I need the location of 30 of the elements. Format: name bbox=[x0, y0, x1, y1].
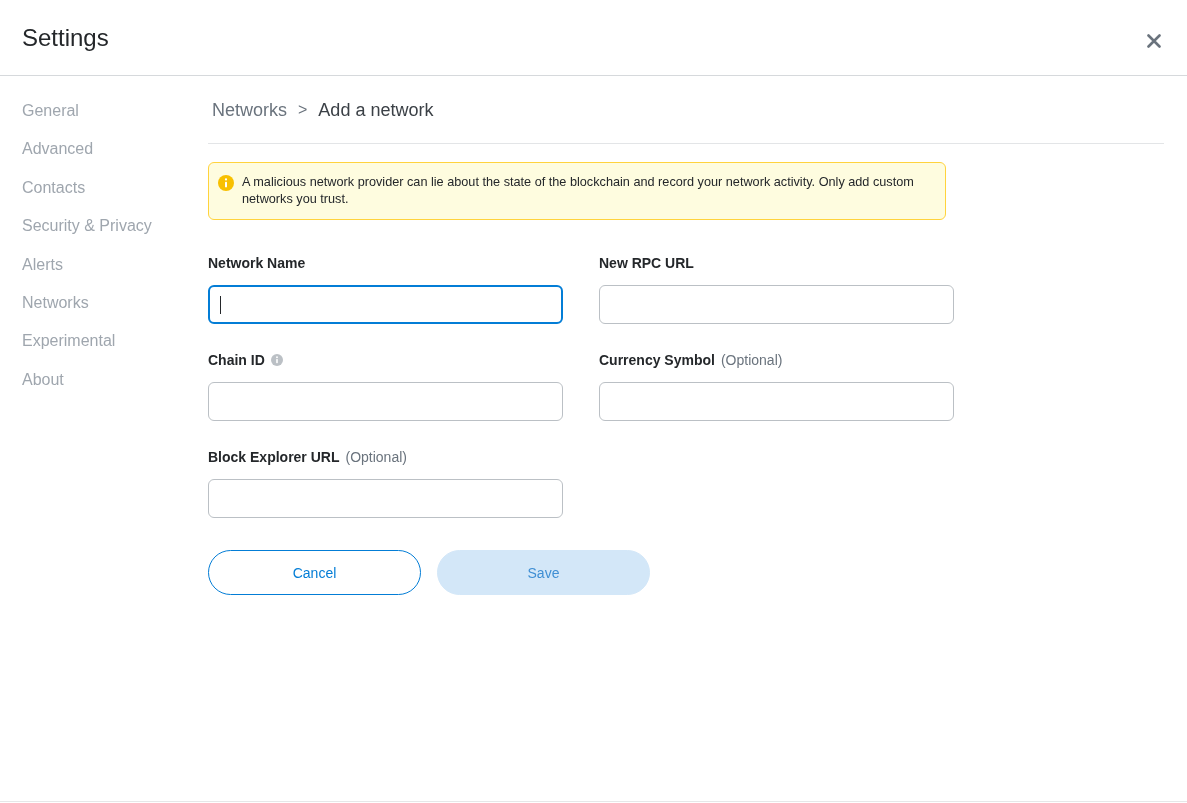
sidebar-item[interactable]: Alerts bbox=[22, 245, 63, 284]
breadcrumb-separator: > bbox=[298, 100, 308, 120]
field-label: Currency Symbol bbox=[599, 352, 715, 368]
input-field[interactable] bbox=[208, 479, 563, 518]
sidebar-item[interactable]: Contacts bbox=[22, 168, 86, 208]
input-field[interactable] bbox=[208, 382, 563, 421]
field-label: Block Explorer URL bbox=[208, 449, 340, 465]
input-field[interactable] bbox=[599, 285, 954, 324]
info-icon[interactable] bbox=[270, 354, 283, 366]
input-field[interactable] bbox=[208, 285, 563, 324]
sidebar-item[interactable]: Advanced bbox=[22, 130, 94, 169]
field-label: Chain ID bbox=[208, 352, 265, 368]
breadcrumb-current: Add a network bbox=[318, 99, 434, 122]
close-icon[interactable] bbox=[1147, 33, 1161, 48]
cancel-button[interactable]: Cancel bbox=[208, 550, 421, 595]
field-label: New RPC URL bbox=[599, 255, 694, 271]
field-label: Network Name bbox=[208, 255, 306, 271]
info-icon bbox=[218, 175, 234, 191]
breadcrumb-link[interactable]: Networks bbox=[212, 98, 287, 122]
sidebar-item[interactable]: Security & Privacy bbox=[22, 207, 152, 246]
text-cursor-icon bbox=[220, 296, 221, 314]
input-field[interactable] bbox=[599, 382, 954, 421]
optional-hint: (Optional) bbox=[345, 449, 407, 465]
warning-text: A malicious network provider can lie about the state of the blockchain and record your network activity. Only add custom networks you trust. bbox=[242, 174, 915, 208]
sidebar-item[interactable]: Experimental bbox=[22, 322, 116, 361]
window-title: Settings bbox=[22, 22, 109, 53]
optional-hint: (Optional) bbox=[720, 352, 783, 368]
sidebar-item[interactable]: Networks bbox=[22, 283, 89, 323]
sidebar-item[interactable]: About bbox=[22, 360, 64, 400]
sidebar-item[interactable]: General bbox=[22, 92, 79, 131]
